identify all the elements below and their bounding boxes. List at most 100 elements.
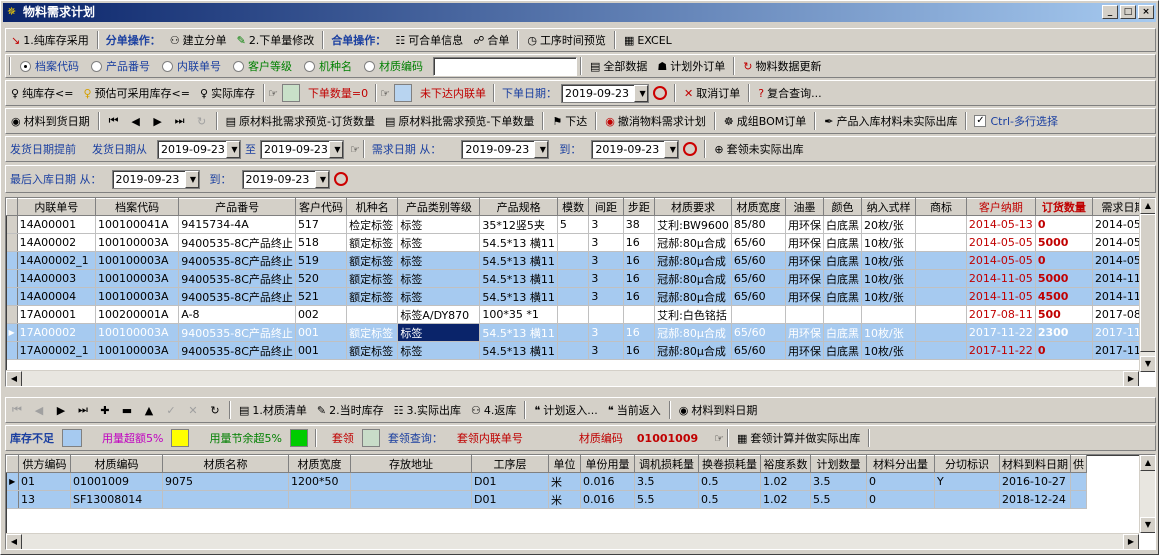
column-header[interactable]: 商标 (915, 198, 967, 216)
table-cell[interactable]: 13 (18, 490, 71, 509)
table-cell[interactable]: 检定标签 (346, 215, 399, 234)
table-cell[interactable]: 冠郝:80μ合成 (654, 251, 732, 270)
column-header[interactable]: 材质宽度 (288, 455, 351, 473)
table-row[interactable]: 14A00003 100100003A 9400535-8C产品终止 520 额定标签标… (6, 269, 1155, 288)
table-cell[interactable]: 65/60 (731, 341, 787, 360)
set-calc-button[interactable]: ▦ 套领计算并做实际出库 (732, 428, 865, 448)
column-header[interactable]: 工序层 (471, 455, 549, 473)
table-cell[interactable]: 5000 (1035, 269, 1093, 288)
table-cell[interactable]: 65/60 (731, 233, 787, 252)
table-cell[interactable]: 标签 (397, 269, 481, 288)
table-cell[interactable]: 额定标签 (346, 233, 399, 252)
first-icon[interactable]: ⏮ (6, 403, 28, 417)
process-time-button[interactable]: ◷ 工序时间预览 (522, 30, 611, 50)
excel-button[interactable]: ▦ EXCEL (619, 30, 677, 50)
table-cell[interactable]: 10枚/张 (861, 323, 917, 342)
dropdown-arrow-icon[interactable]: ▼ (534, 140, 549, 158)
table-cell[interactable] (588, 305, 624, 324)
column-header[interactable]: 单份用量 (580, 455, 635, 473)
table-cell[interactable]: 2017-08-11 (966, 305, 1036, 324)
table-cell[interactable]: 9415734-4A (178, 215, 296, 234)
column-header[interactable]: 材料到料日期 (999, 455, 1071, 473)
table-cell[interactable]: 9400535-8C产品终止 (178, 269, 296, 288)
table-cell[interactable]: 2300 (1035, 323, 1093, 342)
table-cell[interactable]: 3 (588, 341, 624, 360)
column-header[interactable]: 换卷损耗量 (698, 455, 761, 473)
table-cell[interactable] (162, 490, 289, 509)
table-cell[interactable]: 100100003A (95, 323, 180, 342)
table-cell[interactable]: 519 (295, 251, 348, 270)
scroll-right-icon[interactable]: ▶ (1123, 371, 1139, 386)
table-cell[interactable]: 14A00002_1 (17, 251, 97, 270)
cancel-icon[interactable]: ✕ (182, 404, 204, 417)
table-cell[interactable]: 白底黑 (823, 251, 863, 270)
demand-grid[interactable]: 内联单号 档案代码 产品番号 客户代码 机种名 产品类别等级 产品规格 模数 间距 步距 材质要求材… (5, 197, 1156, 387)
row-indicator[interactable] (6, 287, 18, 306)
table-cell[interactable] (557, 305, 590, 324)
table-row[interactable]: 14A00002_1 100100003A 9400535-8C产品终止 519 额定标… (6, 251, 1155, 270)
refresh-icon[interactable]: ↻ (204, 404, 226, 417)
column-header[interactable]: 间距 (588, 198, 624, 216)
row-indicator[interactable]: ▶ (6, 472, 19, 491)
table-cell[interactable]: 54.5*13 横11 (479, 233, 558, 252)
table-cell[interactable] (915, 341, 967, 360)
build-split-button[interactable]: ⚇ 建立分单 (165, 30, 232, 50)
column-header[interactable]: 供 (1070, 455, 1087, 473)
table-cell[interactable] (557, 341, 590, 360)
table-cell[interactable]: 001 (295, 323, 348, 342)
column-header[interactable]: 档案代码 (95, 198, 180, 216)
table-cell[interactable]: 3 (588, 251, 624, 270)
table-cell[interactable]: 0 (1035, 251, 1093, 270)
column-header[interactable]: 材料分出量 (866, 455, 935, 473)
table-cell[interactable]: 65/60 (731, 323, 787, 342)
table-cell[interactable] (557, 269, 590, 288)
table-cell[interactable]: 冠郝:80μ合成 (654, 269, 732, 288)
column-header[interactable]: 客户纳期 (965, 198, 1036, 216)
row-indicator[interactable] (6, 305, 18, 324)
column-header[interactable]: 模数 (556, 198, 590, 216)
material-date-button[interactable]: ◉ 材料到料日期 (674, 400, 763, 420)
table-cell[interactable] (785, 305, 825, 324)
table-cell[interactable] (557, 251, 590, 270)
radio-model-name[interactable]: 机种名 (298, 58, 358, 74)
table-cell[interactable]: 100100003A (95, 269, 180, 288)
set-not-out-button[interactable]: ⊕ 套领未实际出库 (709, 139, 808, 159)
table-cell[interactable] (557, 233, 590, 252)
table-cell[interactable]: 白底黑 (823, 341, 863, 360)
search-input[interactable] (433, 56, 577, 76)
table-cell[interactable]: 9400535-8C产品终止 (178, 233, 296, 252)
column-header[interactable]: 材质编码 (70, 455, 163, 473)
table-cell[interactable]: 用环保 (785, 233, 825, 252)
dropdown-arrow-icon[interactable]: ▼ (329, 140, 343, 158)
table-cell[interactable]: 9400535-8C产品终止 (178, 287, 296, 306)
scroll-up-icon[interactable]: ▲ (1140, 198, 1155, 214)
table-cell[interactable]: 0 (1035, 341, 1093, 360)
table-cell[interactable]: 10枚/张 (861, 287, 917, 306)
next-icon[interactable]: ▶ (50, 404, 72, 417)
scroll-down-icon[interactable]: ▼ (1140, 517, 1155, 533)
issue-button[interactable]: ⚑ 下达 (547, 111, 592, 131)
table-cell[interactable]: 额定标签 (346, 287, 399, 306)
multi-select-checkbox[interactable]: ✓ Ctrl-多行选择 (970, 113, 1062, 129)
row-indicator[interactable] (6, 269, 18, 288)
column-header[interactable]: 裕度系数 (760, 455, 811, 473)
prev-icon[interactable]: ◀ (28, 404, 50, 417)
table-cell[interactable]: 用环保 (785, 287, 825, 306)
table-cell[interactable]: 3 (588, 215, 624, 234)
dropdown-arrow-icon[interactable]: ▼ (226, 140, 240, 158)
pointer-icon[interactable]: ☞ (714, 432, 724, 445)
table-cell[interactable]: 16 (623, 341, 656, 360)
table-cell[interactable]: 35*12竖5夹 (479, 215, 558, 234)
scroll-thumb[interactable] (1140, 214, 1155, 352)
table-cell[interactable]: Y (934, 472, 1000, 491)
radio-material-code[interactable]: 材质编码 (358, 58, 429, 74)
material-grid[interactable]: 供方编码 材质编码 材质名称 材质宽度 存放地址 工序层 单位 单份用量 调机损耗量 换卷损耗量裕… (5, 454, 1156, 550)
table-cell[interactable]: 517 (295, 215, 348, 234)
table-cell[interactable]: 10枚/张 (861, 233, 917, 252)
current-in-button[interactable]: ❝ 当前返入 (603, 400, 666, 420)
materials-list-button[interactable]: ▤ 1.材质清单 (234, 400, 312, 420)
table-cell[interactable]: 米 (548, 490, 581, 509)
scroll-up-icon[interactable]: ▲ (1140, 455, 1155, 471)
table-cell[interactable]: 65/60 (731, 251, 787, 270)
table-cell[interactable]: 额定标签 (346, 251, 399, 270)
